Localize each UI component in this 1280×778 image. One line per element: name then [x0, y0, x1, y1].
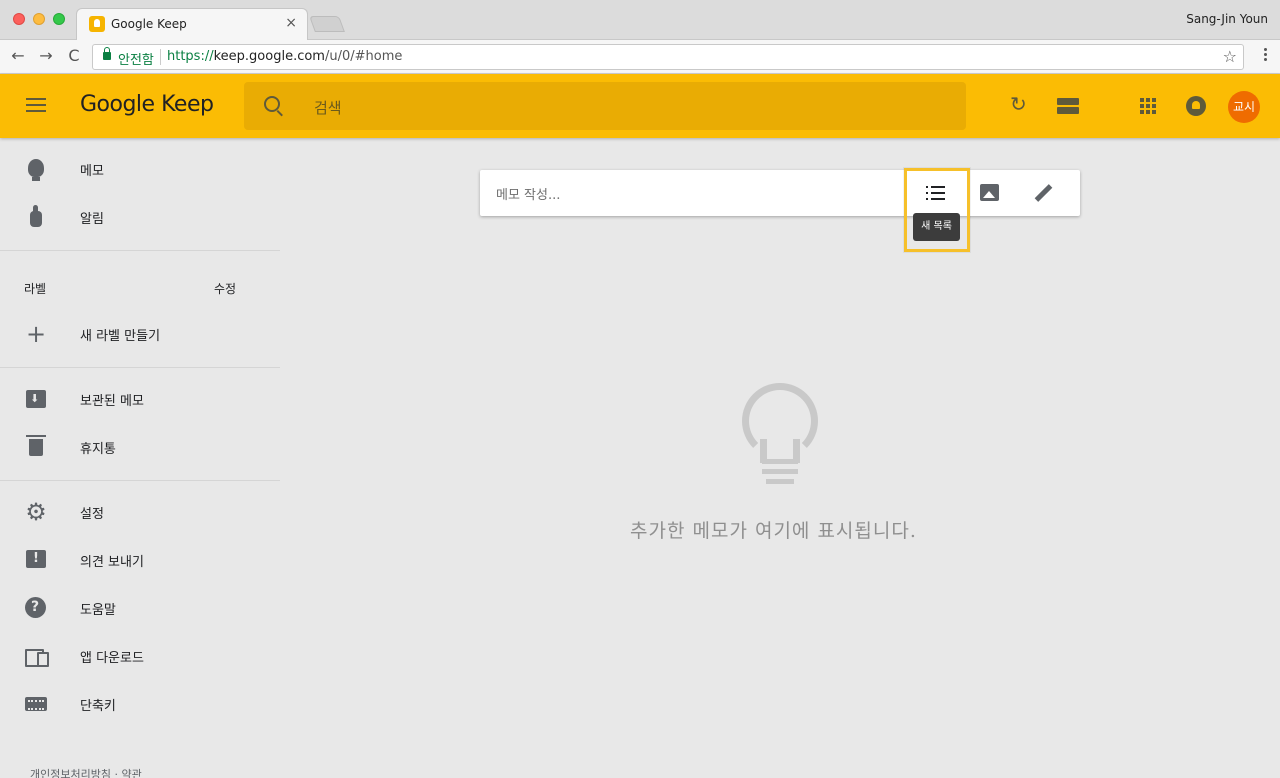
sidebar-item-label: 앱 다운로드	[80, 651, 144, 666]
sidebar-item-label: 휴지통	[80, 442, 116, 457]
avatar[interactable]: 교시	[1228, 91, 1260, 123]
list-view-icon[interactable]	[1057, 98, 1079, 114]
browser-profile-name[interactable]: Sang-Jin Youn	[1186, 12, 1268, 26]
sidebar-item-label: 알림	[80, 212, 104, 227]
archive-icon	[26, 390, 46, 408]
sidebar-item-label: 의견 보내기	[80, 555, 144, 570]
sidebar: 메모 알림 라벨 수정 + 새 라벨 만들기 보관된 메모 휴지통 ⚙ 설정 의…	[0, 138, 280, 778]
url-scheme: https://	[167, 49, 214, 64]
reload-icon[interactable]: C	[64, 46, 84, 66]
search-bar[interactable]: 검색	[244, 82, 966, 130]
sidebar-divider	[0, 250, 280, 251]
bookmark-star-icon[interactable]: ☆	[1223, 47, 1237, 66]
new-tab-button[interactable]	[309, 16, 345, 32]
devices-icon	[24, 644, 49, 668]
feedback-icon	[26, 550, 46, 568]
trash-icon	[26, 435, 46, 456]
empty-state-message: 추가한 메모가 여기에 표시됩니다.	[630, 520, 917, 542]
reminder-icon	[24, 205, 48, 229]
apps-grid-icon[interactable]	[1140, 98, 1156, 114]
sidebar-divider	[0, 480, 280, 481]
notifications-icon[interactable]	[1186, 96, 1206, 116]
tab-close-icon[interactable]: ×	[285, 15, 297, 31]
sidebar-item-archive[interactable]: 보관된 메모	[0, 375, 280, 423]
image-icon[interactable]	[980, 184, 999, 201]
browser-titlebar: Google Keep × Sang-Jin Youn	[0, 0, 1280, 40]
keyboard-icon	[25, 697, 47, 711]
browser-tab[interactable]: Google Keep ×	[76, 8, 308, 40]
browser-menu-icon[interactable]	[1264, 48, 1268, 64]
sidebar-item-help[interactable]: 도움말	[0, 584, 280, 632]
secure-label: 안전함	[118, 53, 154, 68]
close-window-button[interactable]	[13, 13, 25, 25]
url-separator	[160, 49, 161, 65]
bulb-icon	[28, 159, 44, 181]
labels-heading: 라벨	[24, 282, 47, 296]
minimize-window-button[interactable]	[33, 13, 45, 25]
sidebar-item-shortcuts[interactable]: 단축키	[0, 680, 280, 728]
sidebar-item-label: 도움말	[80, 603, 116, 618]
main-menu-icon[interactable]	[26, 98, 46, 114]
sidebar-item-notes[interactable]: 메모	[0, 145, 280, 193]
address-bar[interactable]: 안전함 https://keep.google.com/u/0/#home ☆	[92, 44, 1244, 70]
search-icon[interactable]	[264, 96, 280, 112]
sidebar-item-new-label[interactable]: + 새 라벨 만들기	[0, 310, 280, 358]
keep-favicon-icon	[89, 16, 105, 32]
forward-arrow-icon[interactable]: →	[36, 46, 56, 66]
browser-toolbar: ← → C 안전함 https://keep.google.com/u/0/#h…	[0, 40, 1280, 74]
back-arrow-icon[interactable]: ←	[8, 46, 28, 66]
refresh-icon[interactable]: ↻	[1010, 94, 1030, 114]
note-input[interactable]: 메모 작성...	[496, 184, 560, 203]
url-path: /u/0/#home	[324, 49, 403, 64]
sidebar-item-reminders[interactable]: 알림	[0, 193, 280, 241]
help-icon	[25, 597, 46, 618]
sidebar-item-label: 메모	[80, 164, 104, 179]
url-text[interactable]: https://keep.google.com/u/0/#home	[167, 49, 402, 64]
empty-state-bulb-icon	[742, 383, 818, 491]
search-input[interactable]: 검색	[314, 97, 342, 118]
sidebar-item-label: 설정	[80, 507, 104, 522]
app-header: Google Keep 검색 ↻ 교시	[0, 74, 1280, 138]
sidebar-item-feedback[interactable]: 의견 보내기	[0, 536, 280, 584]
new-list-tooltip: 새 목록	[913, 213, 960, 241]
plus-icon: +	[25, 320, 47, 348]
lock-icon	[103, 47, 111, 60]
sidebar-item-label: 새 라벨 만들기	[80, 329, 161, 344]
app-logo[interactable]: Google Keep	[80, 92, 214, 117]
sidebar-item-settings[interactable]: ⚙ 설정	[0, 488, 280, 536]
sidebar-item-trash[interactable]: 휴지통	[0, 423, 280, 471]
settings-icon: ⚙	[25, 498, 47, 526]
url-host: keep.google.com	[213, 49, 325, 64]
maximize-window-button[interactable]	[53, 13, 65, 25]
sidebar-footer-links[interactable]: 개인정보처리방침 · 약관	[30, 766, 142, 778]
sidebar-item-label: 단축키	[80, 699, 116, 714]
sidebar-divider	[0, 367, 280, 368]
sidebar-item-app-download[interactable]: 앱 다운로드	[0, 632, 280, 680]
sidebar-item-label: 보관된 메모	[80, 394, 144, 409]
tab-title: Google Keep	[111, 17, 187, 31]
edit-labels-button[interactable]: 수정	[214, 280, 236, 297]
